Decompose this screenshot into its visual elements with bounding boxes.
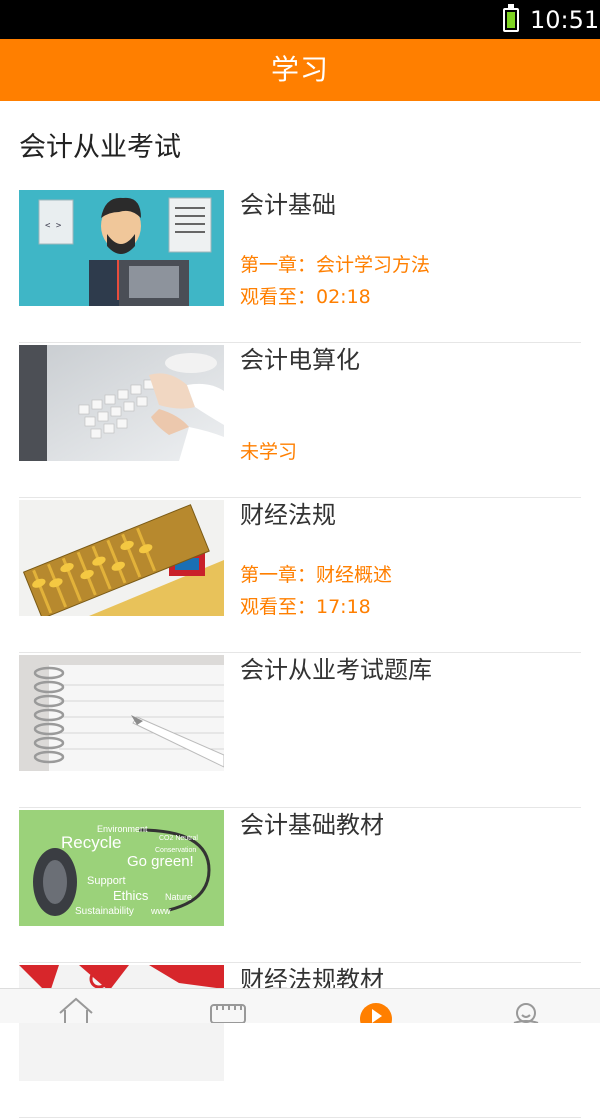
course-item[interactable]: 财经法规教材 — [19, 963, 581, 1118]
user-icon[interactable] — [506, 995, 546, 1024]
course-item[interactable]: Environment CO2 Neutral Recycle Conserva… — [19, 808, 581, 963]
course-title: 财经法规 — [240, 501, 336, 529]
course-item[interactable]: 会计从业考试题库 — [19, 653, 581, 808]
course-item[interactable]: < > 会计基础 第一章：会计学习方法 观看至：02:18 — [19, 188, 581, 343]
status-time: 10:51 — [530, 6, 600, 34]
play-icon[interactable] — [356, 995, 396, 1035]
home-icon[interactable] — [56, 995, 96, 1023]
thumb-word: Recycle — [61, 833, 121, 852]
thumb-word: Support — [87, 875, 126, 887]
course-thumbnail — [19, 965, 224, 1081]
course-item[interactable]: 会计电算化 未学习 — [19, 343, 581, 498]
thumb-word: Go green! — [127, 853, 194, 870]
page-title: 学习 — [0, 39, 600, 101]
course-chapter: 第一章：会计学习方法 — [240, 254, 431, 276]
battery-icon — [503, 4, 519, 32]
course-chapter: 第一章：财经概述 — [240, 564, 393, 586]
thumb-word: Nature — [165, 892, 192, 902]
course-progress: 未学习 — [240, 441, 298, 463]
thumb-word: Ethics — [113, 888, 149, 903]
status-bar: 10:51 — [0, 0, 600, 39]
course-progress: 观看至：02:18 — [240, 286, 371, 308]
course-progress: 观看至：17:18 — [240, 596, 371, 618]
course-thumbnail — [19, 655, 224, 771]
course-thumbnail — [19, 500, 224, 616]
course-list: < > 会计基础 第一章：会计学习方法 观看至：02:18 会计电算化 未学习 … — [19, 188, 581, 1118]
course-thumbnail: Environment CO2 Neutral Recycle Conserva… — [19, 810, 224, 926]
thumb-word: www — [150, 906, 171, 916]
course-title: 会计从业考试题库 — [240, 656, 432, 684]
thumb-word: Sustainability — [75, 906, 134, 917]
thumb-word: CO2 Neutral — [159, 835, 198, 842]
svg-text:< >: < > — [45, 221, 62, 231]
keyboard-icon[interactable] — [208, 995, 248, 1024]
course-thumbnail: < > — [19, 190, 224, 306]
course-item[interactable]: 财经法规 第一章：财经概述 观看至：17:18 — [19, 498, 581, 653]
course-title: 会计基础教材 — [240, 811, 384, 839]
course-thumbnail — [19, 345, 224, 461]
section-title: 会计从业考试 — [19, 132, 181, 163]
bottom-tab-bar — [0, 988, 600, 1035]
course-title: 会计电算化 — [240, 346, 360, 374]
course-title: 会计基础 — [240, 191, 336, 219]
